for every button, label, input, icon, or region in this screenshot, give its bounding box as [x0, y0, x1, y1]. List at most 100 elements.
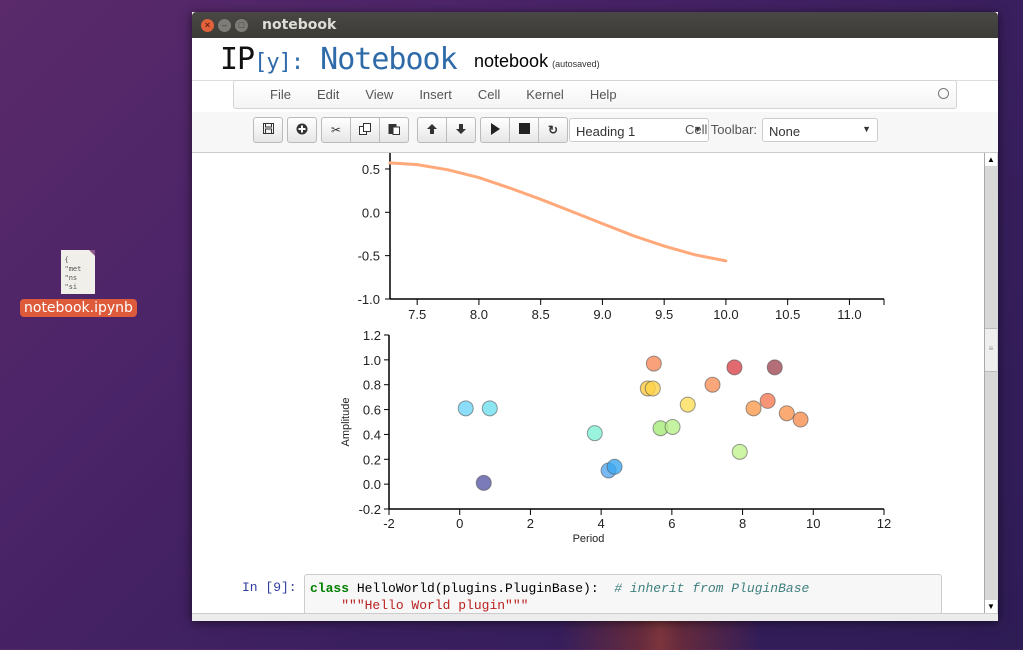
x-tick-label: 9.5 — [655, 307, 673, 322]
x-tick-label: 10.0 — [713, 307, 738, 322]
code-text: HelloWorld(plugins.PluginBase): — [349, 581, 615, 596]
menu-view[interactable]: View — [352, 87, 406, 102]
cell-toolbar-select[interactable]: None ▼ — [762, 118, 878, 142]
minimize-button[interactable]: – — [218, 18, 231, 32]
y-tick-label: 1.0 — [363, 353, 381, 368]
cell-toolbar-value: None — [769, 124, 801, 139]
y-tick-label: -0.5 — [358, 249, 380, 264]
scatter-chart: 1.2 1.0 0.8 0.6 0.4 0.2 0.0 -0.2-2 0 2 4 6 8 10 12 Peri… — [340, 328, 891, 545]
x-tick-label: 6 — [668, 516, 675, 531]
x-tick-label: 4 — [598, 516, 605, 531]
cell-toolbar-label: Cell Toolbar: — [685, 122, 758, 137]
x-tick-label: -2 — [383, 516, 395, 531]
vertical-scrollbar[interactable]: ▲ ≡ ▼ — [984, 153, 998, 613]
edit-group: ✂ — [321, 117, 409, 143]
notebook-name-text: notebook — [474, 51, 549, 71]
x-tick-label: 10.5 — [775, 307, 800, 322]
menu-kernel[interactable]: Kernel — [513, 87, 577, 102]
scatter-point — [645, 355, 662, 372]
scrollbar-thumb[interactable]: ≡ — [985, 328, 997, 372]
ipython-logo[interactable]: IP[y]: Notebook — [220, 42, 458, 77]
maximize-button[interactable]: □ — [235, 18, 248, 32]
menu-cell[interactable]: Cell — [465, 87, 513, 102]
scatter-point — [745, 400, 762, 417]
close-button[interactable]: × — [201, 18, 214, 32]
toolbar: ✂ ↻ Heading 1 ▼ Cell Toolbar: None ▼ — [192, 112, 998, 153]
copy-button[interactable] — [350, 117, 380, 143]
kernel-status-icon — [938, 88, 949, 99]
y-tick-label: 0.4 — [363, 427, 381, 442]
interrupt-button[interactable] — [509, 117, 539, 143]
copy-icon — [359, 122, 371, 138]
scatter-point — [704, 376, 721, 393]
code-cell-input[interactable]: class HelloWorld(plugins.PluginBase): # … — [304, 574, 942, 613]
scroll-up-button[interactable]: ▲ — [985, 153, 997, 166]
scatter-point — [726, 359, 743, 376]
refresh-icon: ↻ — [547, 123, 559, 137]
output-charts: 0.5 0.0 -0.5 -1.0 7.5 8.0 8.5 9.0 9.5 10.0 10.5 11.… — [340, 153, 891, 545]
cell-prompt: In [9]: — [242, 580, 297, 595]
menu-edit[interactable]: Edit — [304, 87, 352, 102]
y-axis-label: Amplitude — [340, 398, 352, 447]
scatter-point — [586, 425, 603, 442]
notebook-name[interactable]: notebook (autosaved) — [474, 51, 600, 72]
x-tick-label: 0 — [456, 516, 463, 531]
logo-y: [y]: — [254, 50, 304, 75]
x-tick-label: 8.0 — [470, 307, 488, 322]
cut-button[interactable]: ✂ — [321, 117, 351, 143]
scatter-point — [778, 405, 795, 422]
scissors-icon: ✂ — [330, 123, 342, 137]
y-tick-label: 0.0 — [362, 205, 380, 220]
file-label: notebook.ipynb — [20, 299, 137, 317]
scatter-point — [664, 418, 681, 435]
desktop-file-icon[interactable]: { "met "ns "si notebook.ipynb — [20, 250, 137, 317]
save-group — [253, 117, 283, 143]
y-tick-label: -0.2 — [359, 502, 381, 517]
move-group — [417, 117, 476, 143]
run-group: ↻ — [480, 117, 568, 143]
file-preview-line: "ns — [64, 274, 78, 282]
x-tick-label: 7.5 — [408, 307, 426, 322]
y-tick-label: 1.2 — [363, 328, 381, 343]
save-button[interactable] — [253, 117, 283, 143]
arrow-up-icon — [426, 123, 438, 138]
paste-icon — [388, 123, 400, 138]
y-tick-label: 0.2 — [363, 452, 381, 467]
insert-cell-button[interactable] — [287, 117, 317, 143]
y-tick-label: 0.8 — [363, 378, 381, 393]
plus-circle-icon — [296, 123, 308, 138]
menu-insert[interactable]: Insert — [406, 87, 465, 102]
code-comment: # inherit from PluginBase — [614, 581, 810, 596]
line-series — [388, 161, 728, 263]
logo-notebook: Notebook — [320, 42, 457, 77]
x-axis-label: Period — [573, 533, 605, 545]
run-button[interactable] — [480, 117, 510, 143]
file-preview-line: "met — [64, 265, 82, 273]
paste-button[interactable] — [379, 117, 409, 143]
y-tick-label: 0.5 — [362, 162, 380, 177]
autosave-status: (autosaved) — [552, 59, 600, 69]
move-up-button[interactable] — [417, 117, 447, 143]
menu-help[interactable]: Help — [577, 87, 630, 102]
scatter-point — [731, 443, 748, 460]
scatter-point — [457, 400, 474, 417]
window-title: notebook — [262, 17, 337, 33]
x-tick-label: 10 — [806, 516, 820, 531]
scatter-point — [792, 411, 809, 428]
file-icon: { "met "ns "si — [60, 250, 95, 294]
scatter-point — [481, 400, 498, 417]
scatter-point — [606, 458, 623, 475]
x-tick-label: 9.0 — [593, 307, 611, 322]
scroll-down-button[interactable]: ▼ — [985, 600, 997, 613]
window-bottom-edge — [192, 613, 998, 621]
insert-group — [287, 117, 317, 143]
play-icon — [490, 122, 500, 138]
menu-file[interactable]: File — [257, 87, 304, 102]
restart-button[interactable]: ↻ — [538, 117, 568, 143]
scatter-point — [475, 474, 492, 491]
arrow-down-icon — [455, 123, 467, 138]
move-down-button[interactable] — [446, 117, 476, 143]
menu-bar: File Edit View Insert Cell Kernel Help — [233, 80, 957, 109]
file-preview-line: { — [64, 256, 69, 264]
